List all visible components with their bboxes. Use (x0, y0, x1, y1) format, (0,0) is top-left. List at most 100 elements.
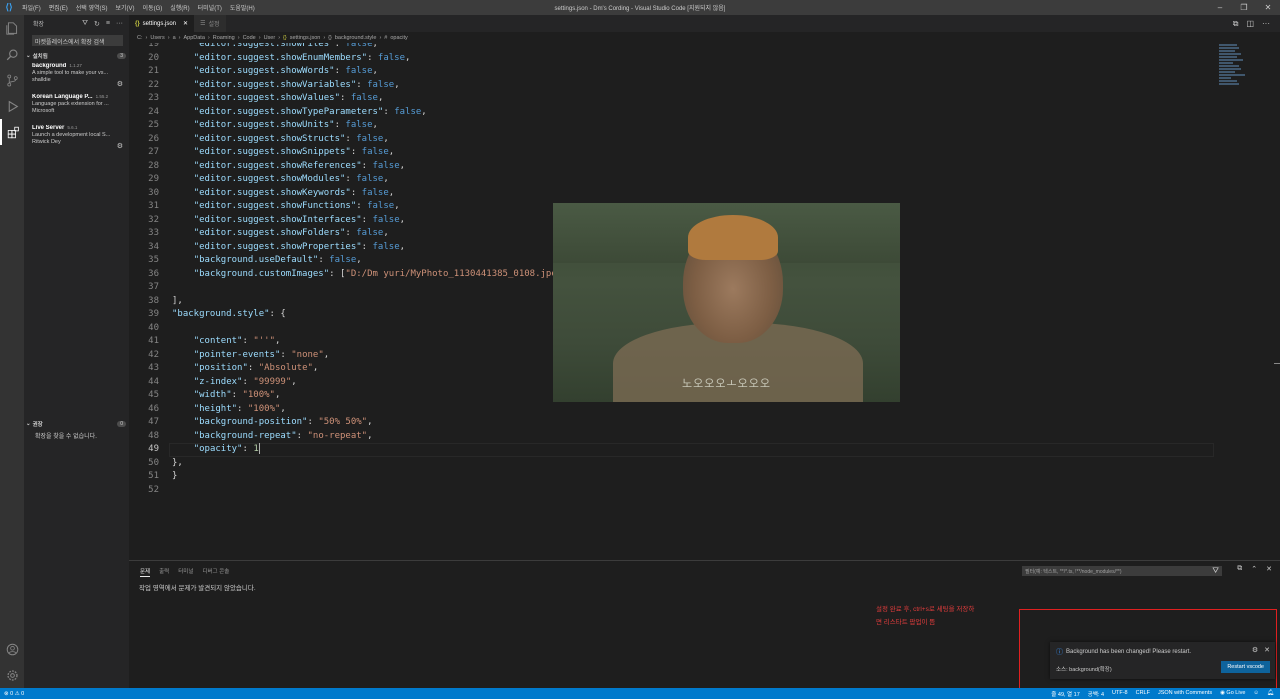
code-line[interactable]: 25 "editor.suggest.showUnits": false, (129, 119, 1229, 133)
code-line[interactable]: 21 "editor.suggest.showWords": false, (129, 65, 1229, 79)
indentation-status[interactable]: 공백: 4 (1088, 690, 1104, 698)
line-number: 47 (148, 417, 159, 427)
notification-gear-icon[interactable]: ⚙ (1252, 646, 1258, 654)
go-live-button[interactable]: ◉ Go Live (1220, 690, 1245, 698)
code-line[interactable]: 28 "editor.suggest.showReferences": fals… (129, 160, 1229, 174)
menu-view[interactable]: 보기(V) (112, 3, 139, 12)
run-debug-icon[interactable] (0, 93, 24, 119)
extension-name: background (32, 63, 67, 69)
line-number: 31 (148, 201, 159, 211)
code-line[interactable]: 50}, (129, 457, 1229, 471)
code-line[interactable]: 23 "editor.suggest.showValues": false, (129, 92, 1229, 106)
json-file-icon: {} (283, 35, 287, 41)
menu-edit[interactable]: 편집(E) (45, 3, 72, 12)
search-icon[interactable] (0, 41, 24, 67)
code-line[interactable]: 46 "height": "100%", (129, 403, 1229, 417)
more-actions-icon[interactable]: ··· (116, 20, 123, 28)
more-actions-icon[interactable]: ··· (1262, 19, 1270, 28)
extension-search-input[interactable]: 마켓플레이스에서 확장 검색 (32, 35, 123, 46)
notification-close-icon[interactable]: ✕ (1264, 646, 1270, 654)
breadcrumb-item[interactable]: Code (243, 35, 256, 41)
menu-run[interactable]: 실행(R) (166, 3, 193, 12)
code-line[interactable]: 30 "editor.suggest.showKeywords": false, (129, 187, 1229, 201)
problems-filter-input[interactable]: 필터(예: 텍스트, **/*.ts, !**/node_modules/**)… (1022, 566, 1222, 576)
manage-gear-icon[interactable] (0, 662, 24, 688)
breadcrumb-item[interactable]: Roaming (213, 35, 235, 41)
code-text: "editor.suggest.showSnippets": false, (193, 147, 395, 157)
encoding-status[interactable]: UTF-8 (1112, 690, 1128, 698)
breadcrumb-item[interactable]: AppData (183, 35, 204, 41)
code-text: "editor.suggest.showModules": false, (193, 174, 389, 184)
code-line[interactable]: 29 "editor.suggest.showModules": false, (129, 173, 1229, 187)
breadcrumb-item[interactable]: Users (150, 35, 164, 41)
breadcrumb-item[interactable]: background.style (335, 35, 377, 41)
menu-terminal[interactable]: 터미널(T) (194, 3, 226, 12)
split-editor-icon[interactable]: ◫ (1246, 19, 1254, 28)
clear-icon[interactable]: ≡ (106, 20, 110, 28)
breadcrumb-item[interactable]: a (173, 35, 176, 41)
scrollbar[interactable] (1274, 363, 1280, 364)
extension-item[interactable]: Korean Language P... 1.55.2 Language pack… (24, 92, 129, 123)
eol-status[interactable]: CRLF (1136, 690, 1150, 698)
close-panel-icon[interactable]: ✕ (1266, 565, 1272, 573)
explorer-icon[interactable] (0, 15, 24, 41)
maximize-panel-icon[interactable]: ⌃ (1251, 565, 1257, 573)
breadcrumb-item[interactable]: C: (137, 35, 143, 41)
notifications-bell-icon[interactable]: 🔔︎ (1267, 690, 1274, 698)
problems-status[interactable]: ⊗ 0 ⚠ 0 (4, 691, 24, 697)
line-number: 29 (148, 174, 159, 184)
minimize-button[interactable]: – (1208, 0, 1232, 15)
close-window-button[interactable]: ✕ (1256, 0, 1280, 15)
menu-selection[interactable]: 선택 영역(S) (72, 3, 112, 12)
code-line[interactable]: 24 "editor.suggest.showTypeParameters": … (129, 106, 1229, 120)
recommended-empty-message: 확장을 찾을 수 없습니다. (35, 434, 97, 440)
code-line[interactable]: 48 "background-repeat": "no-repeat", (129, 430, 1229, 444)
installed-section-header[interactable]: ⌄ 설치됨 3 (24, 50, 129, 61)
breadcrumb-item[interactable]: User (264, 35, 276, 41)
code-line[interactable]: 22 "editor.suggest.showVariables": false… (129, 79, 1229, 93)
code-line[interactable]: 47 "background-position": "50% 50%", (129, 416, 1229, 430)
code-line[interactable]: 51} (129, 470, 1229, 484)
code-line[interactable]: 52 (129, 484, 1229, 498)
code-line[interactable]: 20 "editor.suggest.showEnumMembers": fal… (129, 52, 1229, 66)
code-line[interactable]: 49 "opacity": 1 (129, 443, 1229, 457)
feedback-icon[interactable]: ☺ (1253, 690, 1259, 698)
tab-settings[interactable]: ☰ 설정 (194, 15, 226, 32)
code-line[interactable]: 19 "editor.suggest.showFiles": false, (129, 43, 1229, 52)
menu-help[interactable]: 도움말(H) (226, 3, 259, 12)
code-text: "editor.suggest.showVariables": false, (193, 79, 400, 90)
filter-icon[interactable]: ⛛ (82, 20, 88, 28)
filter-icon[interactable]: ⛛ (1212, 566, 1219, 576)
extensions-icon[interactable] (0, 119, 24, 145)
breadcrumb-item[interactable]: settings.json (290, 35, 321, 41)
menu-go[interactable]: 이동(G) (139, 3, 167, 12)
language-mode[interactable]: JSON with Comments (1158, 690, 1212, 698)
code-line[interactable]: 26 "editor.suggest.showStructs": false, (129, 133, 1229, 147)
breadcrumb-item[interactable]: opacity (390, 35, 407, 41)
extension-gear-icon[interactable]: ⚙ (117, 80, 123, 88)
code-line[interactable]: 27 "editor.suggest.showSnippets": false, (129, 146, 1229, 160)
close-icon[interactable]: ✕ (183, 20, 188, 27)
tab-debug-console[interactable]: 디버그 콘솔 (202, 567, 229, 577)
extension-item[interactable]: Live Server 5.6.1 Launch a development lo… (24, 123, 129, 154)
extension-item[interactable]: background 1.1.27 A simple tool to make y… (24, 61, 129, 92)
source-control-icon[interactable] (0, 67, 24, 93)
collapse-all-icon[interactable]: ⧉ (1237, 565, 1242, 573)
menu-file[interactable]: 파일(F) (18, 3, 45, 12)
tab-problems[interactable]: 문제 (140, 567, 151, 577)
line-number: 33 (148, 228, 159, 238)
recommended-section: ⌄ 권장 0 확장을 찾을 수 없습니다. (24, 418, 129, 440)
recommended-section-header[interactable]: ⌄ 권장 0 (24, 418, 129, 429)
extension-publisher: Ritwick Dey (32, 139, 61, 145)
tab-settings-json[interactable]: {} settings.json ✕ (129, 15, 195, 32)
refresh-icon[interactable]: ↻ (94, 20, 100, 28)
account-icon[interactable] (0, 636, 24, 662)
open-settings-ui-icon[interactable]: ⧉ (1233, 19, 1239, 29)
tab-output[interactable]: 출력 (159, 567, 169, 577)
cursor-position[interactable]: 줄 49, 열 17 (1051, 690, 1079, 698)
tab-terminal[interactable]: 터미널 (178, 567, 193, 577)
extension-gear-icon[interactable]: ⚙ (117, 142, 123, 150)
restart-vscode-button[interactable]: Restart vscode (1221, 661, 1270, 673)
restore-button[interactable]: ❐ (1232, 0, 1256, 15)
background-caption: 노오오오ㅗ오오오 (682, 378, 771, 390)
